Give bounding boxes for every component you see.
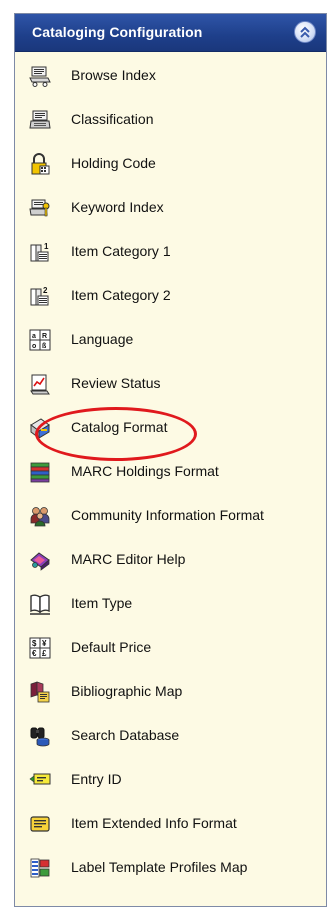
svg-text:o: o <box>32 343 36 350</box>
menu-item-bibliographic-map[interactable]: Bibliographic Map <box>15 668 326 712</box>
menu-item-label: Browse Index <box>71 67 156 83</box>
menu-item-marc-editor-help[interactable]: MARC Editor Help <box>15 536 326 580</box>
browse-index-icon <box>29 65 51 87</box>
menu-item-label: Item Category 1 <box>71 243 171 259</box>
menu-item-label-template-profiles-map[interactable]: Label Template Profiles Map <box>15 844 326 888</box>
menu-item-marc-holdings-format[interactable]: MARC Holdings Format <box>15 448 326 492</box>
keyword-index-icon <box>29 197 51 219</box>
menu-item-label: Language <box>71 331 134 347</box>
community-information-format-icon <box>29 505 51 527</box>
cataloging-configuration-panel: Cataloging Configuration Browse Index Cl… <box>14 13 327 907</box>
menu-item-label: Item Category 2 <box>71 287 171 303</box>
language-icon: a R o ß <box>29 329 51 351</box>
menu-item-community-information-format[interactable]: Community Information Format <box>15 492 326 536</box>
collapse-button[interactable] <box>294 21 316 43</box>
marc-editor-help-icon <box>29 549 51 571</box>
chevron-up-double-icon <box>300 26 310 38</box>
menu-item-item-type[interactable]: Item Type <box>15 580 326 624</box>
menu-item-classification[interactable]: Classification <box>15 96 326 140</box>
svg-text:¥: ¥ <box>42 639 47 648</box>
menu-item-label: Community Information Format <box>71 507 264 523</box>
menu-item-label: Item Type <box>71 595 133 611</box>
svg-text:€: € <box>32 649 37 658</box>
svg-text:1: 1 <box>44 242 49 251</box>
menu-item-label: Default Price <box>71 639 152 655</box>
menu-item-label: Keyword Index <box>71 199 164 215</box>
svg-text:2: 2 <box>43 286 48 295</box>
svg-text:R: R <box>42 333 47 340</box>
item-category-2-icon: 2 <box>29 285 51 307</box>
menu-item-label: Entry ID <box>71 771 122 787</box>
menu-item-label: MARC Holdings Format <box>71 463 219 479</box>
catalog-format-icon <box>29 417 51 439</box>
bibliographic-map-icon <box>29 681 51 703</box>
menu-item-label: Review Status <box>71 375 161 391</box>
menu-item-item-extended-info-format[interactable]: Item Extended Info Format <box>15 800 326 844</box>
entry-id-icon <box>29 769 51 791</box>
menu-item-review-status[interactable]: Review Status <box>15 360 326 404</box>
panel-title: Cataloging Configuration <box>32 24 203 40</box>
menu-item-holding-code[interactable]: Holding Code <box>15 140 326 184</box>
menu-item-label: Classification <box>71 111 154 127</box>
svg-text:$: $ <box>32 639 37 648</box>
classification-icon <box>29 109 51 131</box>
marc-holdings-format-icon <box>29 461 51 483</box>
menu-item-item-category-1[interactable]: 1 Item Category 1 <box>15 228 326 272</box>
default-price-icon: $ ¥ € £ <box>29 637 51 659</box>
menu-item-label: Search Database <box>71 727 180 743</box>
search-database-icon <box>29 725 51 747</box>
menu-item-search-database[interactable]: Search Database <box>15 712 326 756</box>
menu-item-label: Label Template Profiles Map <box>71 859 248 875</box>
menu-item-default-price[interactable]: $ ¥ € £ Default Price <box>15 624 326 668</box>
item-type-icon <box>29 593 51 615</box>
menu-item-label: Bibliographic Map <box>71 683 183 699</box>
menu-item-keyword-index[interactable]: Keyword Index <box>15 184 326 228</box>
menu-item-catalog-format[interactable]: Catalog Format <box>15 404 326 448</box>
holding-code-icon <box>29 153 51 175</box>
item-extended-info-format-icon <box>29 813 51 835</box>
item-category-1-icon: 1 <box>29 241 51 263</box>
svg-text:£: £ <box>42 649 47 658</box>
menu-item-label: Holding Code <box>71 155 156 171</box>
menu-item-label: MARC Editor Help <box>71 551 186 567</box>
menu-item-item-category-2[interactable]: 2 Item Category 2 <box>15 272 326 316</box>
menu-item-entry-id[interactable]: Entry ID <box>15 756 326 800</box>
panel-header[interactable]: Cataloging Configuration <box>15 14 326 52</box>
label-template-profiles-map-icon <box>29 857 51 879</box>
menu-item-label: Catalog Format <box>71 419 168 435</box>
svg-text:ß: ß <box>42 343 47 350</box>
menu-item-browse-index[interactable]: Browse Index <box>15 52 326 96</box>
menu-item-label: Item Extended Info Format <box>71 815 237 831</box>
menu-item-language[interactable]: a R o ß Language <box>15 316 326 360</box>
review-status-icon <box>29 373 51 395</box>
svg-text:a: a <box>32 333 36 340</box>
